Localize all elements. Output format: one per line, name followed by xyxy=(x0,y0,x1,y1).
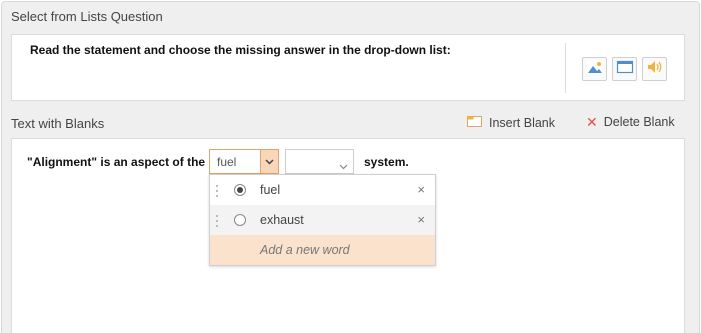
question-text: Read the statement and choose the missin… xyxy=(30,43,451,57)
sentence-before: "Alignment" is an aspect of the xyxy=(27,155,206,169)
chevron-down-icon[interactable] xyxy=(339,157,348,175)
delete-blank-button[interactable]: ✕ Delete Blank xyxy=(586,115,675,129)
list-item[interactable]: exhaust × xyxy=(210,205,435,235)
blanks-section-title: Text with Blanks xyxy=(11,116,105,131)
section-title: Select from Lists Question xyxy=(11,9,163,24)
insert-blank-label: Insert Blank xyxy=(489,115,556,130)
insert-image-button[interactable] xyxy=(582,57,607,81)
delete-blank-label: Delete Blank xyxy=(603,115,675,129)
radio-selected[interactable] xyxy=(234,184,246,196)
insert-blank-icon xyxy=(467,115,483,130)
option-label: fuel xyxy=(260,183,281,197)
insert-audio-button[interactable] xyxy=(642,57,667,81)
image-icon xyxy=(586,59,604,80)
add-word-input[interactable]: Add a new word xyxy=(210,235,435,265)
drag-handle-icon[interactable] xyxy=(216,184,218,197)
speaker-icon xyxy=(646,59,664,80)
blank-options-dropdown: fuel × exhaust × Add a new word xyxy=(209,174,436,266)
sentence-after: system. xyxy=(364,155,409,169)
chevron-down-icon[interactable] xyxy=(260,150,278,173)
add-word-placeholder: Add a new word xyxy=(260,243,350,257)
radio-unselected[interactable] xyxy=(234,214,246,226)
blank-1-value: fuel xyxy=(217,155,237,169)
question-box[interactable]: Read the statement and choose the missin… xyxy=(11,34,685,101)
blank-dropdown-2[interactable] xyxy=(285,149,354,174)
window-icon xyxy=(616,59,634,80)
remove-option-icon[interactable]: × xyxy=(417,182,425,197)
drag-handle-icon[interactable] xyxy=(216,214,218,227)
insert-blank-button[interactable]: Insert Blank xyxy=(467,115,555,130)
list-item[interactable]: fuel × xyxy=(210,175,435,205)
remove-option-icon[interactable]: × xyxy=(417,212,425,227)
option-label: exhaust xyxy=(260,213,304,227)
blank-dropdown-1[interactable]: fuel xyxy=(209,149,279,174)
insert-window-button[interactable] xyxy=(612,57,637,81)
delete-icon: ✕ xyxy=(586,114,598,130)
divider xyxy=(565,43,566,93)
